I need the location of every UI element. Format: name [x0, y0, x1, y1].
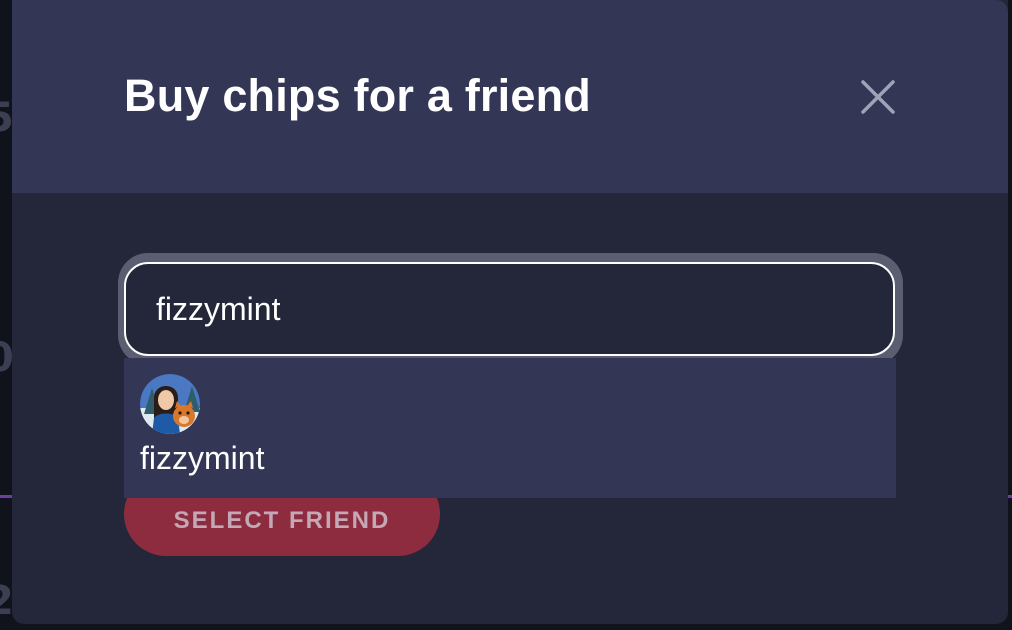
- friend-username: fizzymint: [140, 440, 265, 476]
- buy-chips-dialog: Buy chips for a friend SELECT FRIEND: [12, 0, 1008, 624]
- dialog-header: Buy chips for a friend: [12, 0, 1008, 193]
- background-divider: [0, 495, 12, 498]
- friend-suggestion-item[interactable]: fizzymint: [124, 358, 896, 498]
- friend-suggestions-dropdown: fizzymint: [124, 358, 896, 498]
- friend-search-input[interactable]: [124, 262, 895, 356]
- avatar-image: [140, 374, 200, 434]
- close-button[interactable]: [858, 77, 898, 117]
- close-icon: [861, 80, 895, 114]
- dialog-title: Buy chips for a friend: [124, 70, 591, 121]
- avatar: [140, 374, 200, 434]
